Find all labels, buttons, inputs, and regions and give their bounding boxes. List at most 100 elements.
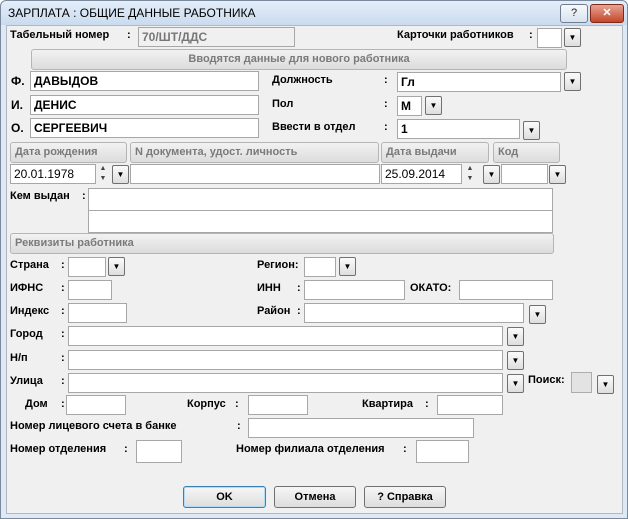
tabno-colon: : bbox=[127, 29, 131, 41]
close-button[interactable]: ✕ bbox=[590, 4, 624, 23]
chevron-down-icon: ▼ bbox=[487, 170, 496, 179]
ifns-field[interactable] bbox=[68, 280, 112, 300]
search-dropdown[interactable]: ▼ bbox=[597, 375, 614, 394]
bank-branch-label: Номер филиала отделения bbox=[236, 443, 385, 455]
help-button[interactable]: ? Справка bbox=[364, 486, 446, 508]
bank-account-colon: : bbox=[237, 420, 241, 432]
inn-colon: : bbox=[297, 282, 301, 294]
issued-by-label: Кем выдан bbox=[10, 190, 70, 202]
inn-field[interactable] bbox=[304, 280, 405, 300]
region-label: Регион: bbox=[257, 259, 299, 271]
region-dropdown[interactable]: ▼ bbox=[339, 257, 356, 276]
chevron-down-icon: ▼ bbox=[116, 170, 125, 179]
chevron-down-icon: ▼ bbox=[568, 77, 577, 86]
surname-label: Ф. bbox=[11, 74, 25, 88]
tabno-field: 70/ШТ/ДДС bbox=[138, 27, 295, 47]
district-label: Район bbox=[257, 305, 291, 317]
building-label: Корпус bbox=[187, 398, 226, 410]
chevron-down-icon: ▼ bbox=[527, 126, 536, 135]
bank-account-label: Номер лицевого счета в банке bbox=[10, 420, 177, 432]
country-label: Страна bbox=[10, 259, 49, 271]
issue-date-dropdown[interactable]: ▼ bbox=[483, 165, 500, 184]
document-number-field[interactable] bbox=[130, 164, 380, 184]
firstname-label: И. bbox=[11, 98, 23, 112]
street-colon: : bbox=[61, 375, 65, 387]
chevron-down-icon: ▼ bbox=[568, 33, 577, 42]
bank-dept-field[interactable] bbox=[136, 440, 182, 463]
gender-label: Пол bbox=[272, 98, 294, 110]
np-dropdown[interactable]: ▼ bbox=[507, 351, 524, 370]
chevron-down-icon: ▼ bbox=[511, 356, 520, 365]
birth-date-field[interactable]: 20.01.1978 bbox=[10, 164, 96, 184]
district-field[interactable] bbox=[304, 303, 524, 323]
bank-account-field[interactable] bbox=[248, 418, 474, 438]
city-dropdown[interactable]: ▼ bbox=[507, 327, 524, 346]
spin-down-icon: ▼ bbox=[466, 175, 474, 182]
birth-date-header: Дата рождения bbox=[10, 142, 127, 163]
chevron-down-icon: ▼ bbox=[511, 379, 520, 388]
index-colon: : bbox=[61, 305, 65, 317]
firstname-field[interactable]: ДЕНИС bbox=[30, 95, 259, 115]
search-label: Поиск: bbox=[528, 374, 565, 386]
okato-field[interactable] bbox=[459, 280, 553, 300]
department-field[interactable]: 1 bbox=[397, 119, 520, 139]
bank-dept-colon: : bbox=[124, 443, 128, 455]
department-dropdown[interactable]: ▼ bbox=[523, 121, 540, 140]
gender-field[interactable]: М bbox=[397, 96, 422, 116]
cards-field[interactable] bbox=[537, 28, 562, 48]
search-button[interactable] bbox=[571, 372, 592, 393]
city-label: Город bbox=[10, 328, 43, 340]
chevron-down-icon: ▼ bbox=[343, 262, 352, 271]
country-colon: : bbox=[61, 259, 65, 271]
issue-date-field[interactable]: 25.09.2014 bbox=[381, 164, 462, 184]
birth-date-dropdown[interactable]: ▼ bbox=[112, 165, 129, 184]
district-colon: : bbox=[297, 305, 301, 317]
ok-button[interactable]: OK bbox=[183, 486, 266, 508]
apartment-field[interactable] bbox=[437, 395, 503, 415]
inn-label: ИНН bbox=[257, 282, 281, 294]
issued-by-colon: : bbox=[82, 190, 86, 202]
issued-by-line2[interactable] bbox=[88, 210, 553, 233]
building-field[interactable] bbox=[248, 395, 308, 415]
surname-field[interactable]: ДАВЫДОВ bbox=[30, 71, 259, 91]
birth-date-spinner[interactable]: ▲ ▼ bbox=[97, 164, 109, 184]
window-title: ЗАРПЛАТА : ОБЩИЕ ДАННЫЕ РАБОТНИКА bbox=[8, 6, 256, 20]
district-dropdown[interactable]: ▼ bbox=[529, 305, 546, 324]
chevron-down-icon: ▼ bbox=[601, 380, 610, 389]
gender-dropdown[interactable]: ▼ bbox=[425, 96, 442, 115]
position-field[interactable]: Гл bbox=[397, 72, 561, 92]
city-field[interactable] bbox=[68, 326, 503, 346]
region-field[interactable] bbox=[304, 257, 336, 277]
np-field[interactable] bbox=[68, 350, 503, 370]
house-field[interactable] bbox=[66, 395, 126, 415]
cards-colon: : bbox=[529, 29, 533, 41]
issued-by-line1[interactable] bbox=[88, 188, 553, 211]
code-field[interactable] bbox=[501, 164, 548, 184]
issue-date-spinner[interactable]: ▲ ▼ bbox=[464, 164, 476, 184]
street-label: Улица bbox=[10, 375, 43, 387]
requisites-header: Реквизиты работника bbox=[10, 233, 554, 254]
np-label: Н/п bbox=[10, 352, 28, 364]
index-label: Индекс bbox=[10, 305, 50, 317]
chevron-down-icon: ▼ bbox=[533, 310, 542, 319]
patronymic-field[interactable]: СЕРГЕЕВИЧ bbox=[30, 118, 259, 138]
department-colon: : bbox=[384, 121, 388, 133]
country-dropdown[interactable]: ▼ bbox=[108, 257, 125, 276]
position-colon: : bbox=[384, 74, 388, 86]
cards-dropdown[interactable]: ▼ bbox=[564, 28, 581, 47]
position-dropdown[interactable]: ▼ bbox=[564, 72, 581, 91]
street-field[interactable] bbox=[68, 373, 503, 393]
code-header: Код bbox=[493, 142, 560, 163]
country-field[interactable] bbox=[68, 257, 106, 277]
code-dropdown[interactable]: ▼ bbox=[549, 165, 566, 184]
bank-branch-field[interactable] bbox=[416, 440, 469, 463]
street-dropdown[interactable]: ▼ bbox=[507, 374, 524, 393]
chevron-down-icon: ▼ bbox=[429, 101, 438, 110]
help-title-button[interactable]: ? bbox=[560, 4, 588, 23]
house-colon: : bbox=[61, 398, 65, 410]
cancel-button[interactable]: Отмена bbox=[274, 486, 356, 508]
building-colon: : bbox=[235, 398, 239, 410]
index-field[interactable] bbox=[68, 303, 127, 323]
ifns-colon: : bbox=[61, 282, 65, 294]
okato-label: ОКАТО: bbox=[410, 282, 452, 294]
